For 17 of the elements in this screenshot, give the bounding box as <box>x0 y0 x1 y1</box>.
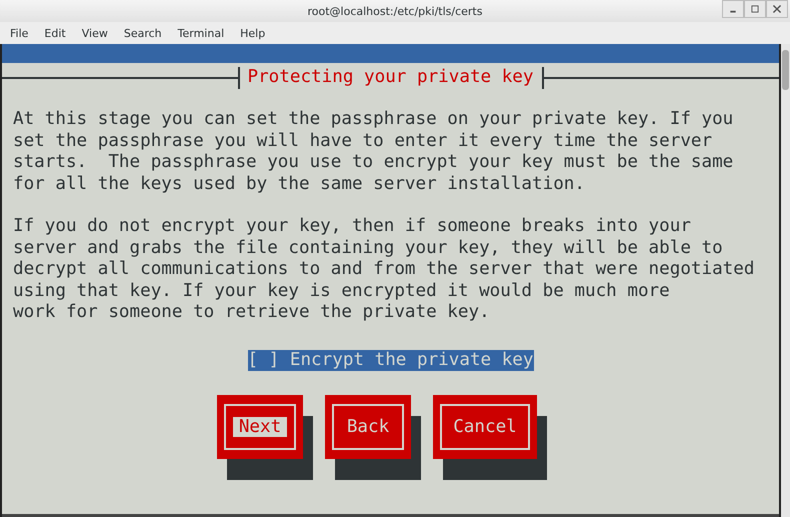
close-icon[interactable] <box>766 0 788 18</box>
menu-item[interactable]: View <box>82 26 108 40</box>
menu-item[interactable]: Search <box>124 26 162 40</box>
dialog-button[interactable]: Back <box>325 395 411 459</box>
menu-item[interactable]: Edit <box>44 26 66 40</box>
menu-item[interactable]: Help <box>240 26 266 40</box>
paragraph: At this stage you can set the passphrase on your private key. If you set the passphrase you will have to enter it every time the server starts. The passphrase you use to encrypt your key must be the same for all the keys used by the same server installation. <box>13 109 734 195</box>
paragraph: If you do not encrypt your key, then if someone breaks into your server and grabs the file containing your key, they will be able to decrypt all communications to and from the server that were negotiated using that key. If your key is encrypted it would be much more work for someone to retrieve the private key. <box>13 216 756 324</box>
dialog-button[interactable]: Cancel <box>433 395 537 459</box>
scrollbar-thumb[interactable] <box>782 50 789 90</box>
window-title: root@localhost:/etc/pki/tls/certs <box>308 4 482 18</box>
dialog-button[interactable]: Next <box>217 395 303 459</box>
menu-item[interactable]: Terminal <box>178 26 224 40</box>
menu-item[interactable]: File <box>10 26 28 40</box>
maximize-icon[interactable] <box>744 0 766 18</box>
dialog-title: Protecting your private key <box>238 67 544 89</box>
checkbox[interactable]: [ ] Encrypt the private key <box>248 350 534 371</box>
